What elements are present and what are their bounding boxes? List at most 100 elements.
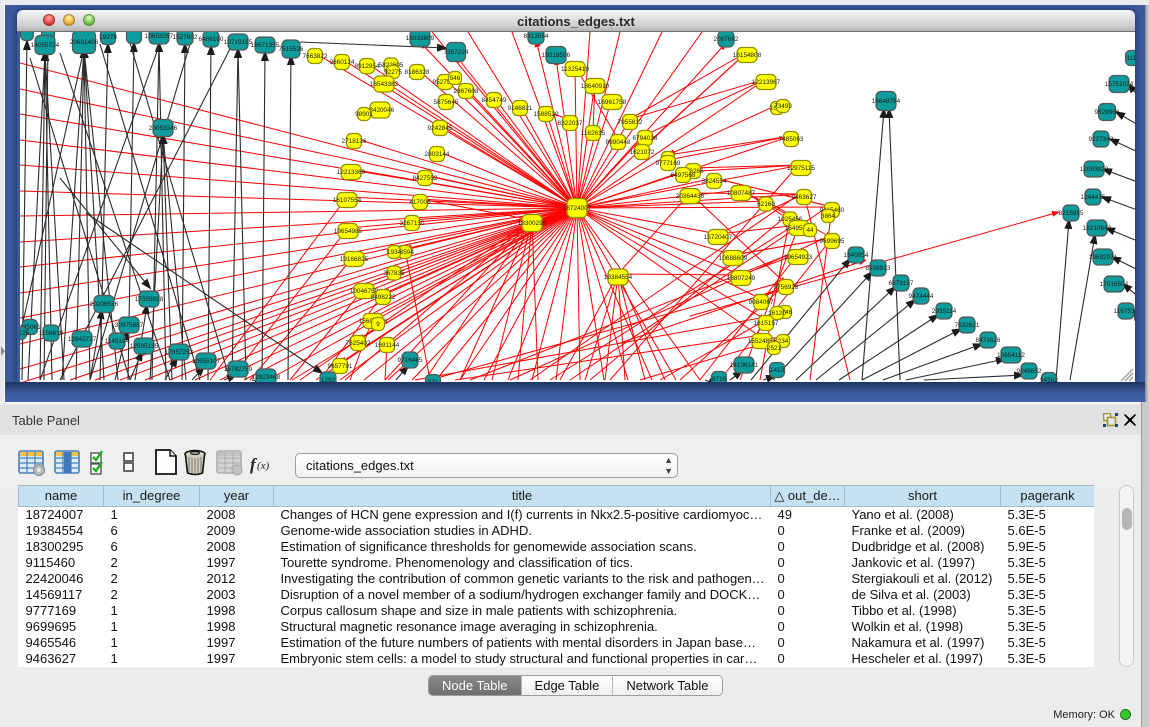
svg-text:1640954: 1640954 <box>844 252 869 259</box>
svg-text:1691144: 1691144 <box>375 342 400 349</box>
svg-text:39135: 39135 <box>20 330 29 337</box>
svg-text:19654985: 19654985 <box>334 228 363 235</box>
svg-text:9777169: 9777169 <box>656 160 681 167</box>
svg-text:9227342: 9227342 <box>1089 136 1114 143</box>
svg-text:417006: 417006 <box>409 199 431 206</box>
svg-text:11325419: 11325419 <box>561 66 589 73</box>
svg-text:2521: 2521 <box>767 345 782 352</box>
svg-text:19654923: 19654923 <box>784 254 813 261</box>
svg-text:8322037: 8322037 <box>558 120 583 127</box>
svg-text:16671355: 16671355 <box>251 42 280 49</box>
svg-text:1156819: 1156819 <box>39 330 64 337</box>
svg-text:9657791: 9657791 <box>328 363 353 370</box>
svg-text:18807249: 18807249 <box>727 275 756 282</box>
svg-text:6794028: 6794028 <box>633 135 658 142</box>
svg-text:15720407: 15720407 <box>704 234 733 241</box>
svg-text:9242845: 9242845 <box>428 125 453 132</box>
svg-text:367835: 367835 <box>383 270 405 277</box>
svg-text:16210643: 16210643 <box>1083 225 1112 232</box>
svg-text:20053346: 20053346 <box>149 125 178 132</box>
svg-text:9: 9 <box>376 321 380 328</box>
svg-text:9498222: 9498222 <box>371 294 396 301</box>
svg-text:9529966: 9529966 <box>1095 109 1120 116</box>
svg-text:8471626: 8471626 <box>976 337 1001 344</box>
svg-text:8454749: 8454749 <box>482 97 507 104</box>
svg-text:9474444: 9474444 <box>909 293 934 300</box>
svg-text:20206536: 20206536 <box>90 301 119 308</box>
svg-text:16543382: 16543382 <box>370 81 399 88</box>
svg-text:20364436: 20364436 <box>676 193 705 200</box>
svg-text:(x): (x) <box>257 460 270 472</box>
svg-text:9660124: 9660124 <box>330 59 355 66</box>
svg-text:1413: 1413 <box>770 367 785 374</box>
svg-text:8186328: 8186328 <box>405 69 430 76</box>
svg-text:19218506: 19218506 <box>542 52 571 59</box>
svg-text:19166825: 19166825 <box>340 256 369 263</box>
svg-text:12975115: 12975115 <box>787 165 815 172</box>
svg-text:15751074: 15751074 <box>1105 81 1134 88</box>
svg-text:5875645: 5875645 <box>434 99 459 106</box>
svg-text:9463627: 9463627 <box>792 194 817 201</box>
svg-text:9699695: 9699695 <box>820 238 845 245</box>
svg-text:10653267: 10653267 <box>145 33 174 40</box>
svg-text:16107554: 16107554 <box>333 197 362 204</box>
svg-text:6497568: 6497568 <box>671 172 696 179</box>
svg-text:18300295: 18300295 <box>518 220 547 227</box>
svg-text:2367608: 2367608 <box>454 88 479 95</box>
svg-text:16961758: 16961758 <box>598 99 627 106</box>
svg-text:1244415: 1244415 <box>1081 194 1106 201</box>
svg-text:30975887: 30975887 <box>115 322 144 329</box>
svg-text:3824554: 3824554 <box>702 178 727 185</box>
svg-text:1588520: 1588520 <box>534 111 559 118</box>
svg-text:73493: 73493 <box>774 103 792 110</box>
svg-text:12093822: 12093822 <box>1080 166 1109 173</box>
svg-text:9716485: 9716485 <box>398 357 423 364</box>
svg-text:2718126: 2718126 <box>342 138 367 145</box>
svg-text:8813054: 8813054 <box>524 33 549 40</box>
svg-text:3864: 3864 <box>821 213 836 220</box>
svg-text:17016504: 17016504 <box>1100 281 1129 288</box>
svg-text:16033809: 16033809 <box>406 35 435 42</box>
svg-text:16154808: 16154808 <box>733 52 762 59</box>
svg-text:19692971: 19692971 <box>1089 254 1118 261</box>
svg-text:1621072: 1621072 <box>630 149 655 156</box>
svg-text:20691406: 20691406 <box>70 39 99 46</box>
svg-text:1145194: 1145194 <box>105 338 130 345</box>
svg-text:44: 44 <box>806 227 814 234</box>
svg-text:7955812: 7955812 <box>618 119 643 126</box>
svg-text:16782759: 16782759 <box>224 366 253 373</box>
svg-text:8990448: 8990448 <box>606 139 631 146</box>
svg-text:1167534: 1167534 <box>1114 308 1135 315</box>
svg-text:12923468: 12923468 <box>252 374 281 381</box>
svg-text:2935114: 2935114 <box>932 308 957 315</box>
svg-text:10654112: 10654112 <box>997 352 1025 359</box>
svg-text:10958107: 10958107 <box>192 358 221 365</box>
svg-text:6466160: 6466160 <box>199 36 224 43</box>
svg-text:12213369: 12213369 <box>337 169 366 176</box>
svg-text:12942737: 12942737 <box>68 336 97 343</box>
svg-text:18640910: 18640910 <box>581 83 610 90</box>
svg-text:9084067: 9084067 <box>749 299 774 306</box>
svg-text:2803144: 2803144 <box>425 151 450 158</box>
svg-text:14055724: 14055724 <box>31 42 60 49</box>
svg-text:8215955: 8215955 <box>1059 210 1084 217</box>
svg-text:8427552: 8427552 <box>413 175 438 182</box>
svg-text:19384554: 19384554 <box>604 274 633 281</box>
svg-text:7625402: 7625402 <box>346 340 371 347</box>
svg-text:1162615: 1162615 <box>581 130 606 137</box>
svg-text:7485063: 7485063 <box>779 136 804 143</box>
svg-text:12505135: 12505135 <box>130 343 159 350</box>
svg-text:3267130: 3267130 <box>400 220 425 227</box>
svg-text:7632621: 7632621 <box>955 322 980 329</box>
svg-text:92275: 92275 <box>384 69 402 76</box>
svg-text:9756928: 9756928 <box>774 284 799 291</box>
svg-text:6879197: 6879197 <box>889 280 914 287</box>
svg-text:10807487: 10807487 <box>727 190 756 197</box>
svg-text:18724007: 18724007 <box>563 205 592 212</box>
svg-text:2087682: 2087682 <box>714 36 739 43</box>
svg-text:8938923: 8938923 <box>866 265 891 272</box>
svg-text:1527602: 1527602 <box>173 34 198 41</box>
svg-text:1615157: 1615157 <box>754 320 779 327</box>
svg-text:546: 546 <box>450 75 461 82</box>
svg-text:62160: 62160 <box>757 201 775 208</box>
